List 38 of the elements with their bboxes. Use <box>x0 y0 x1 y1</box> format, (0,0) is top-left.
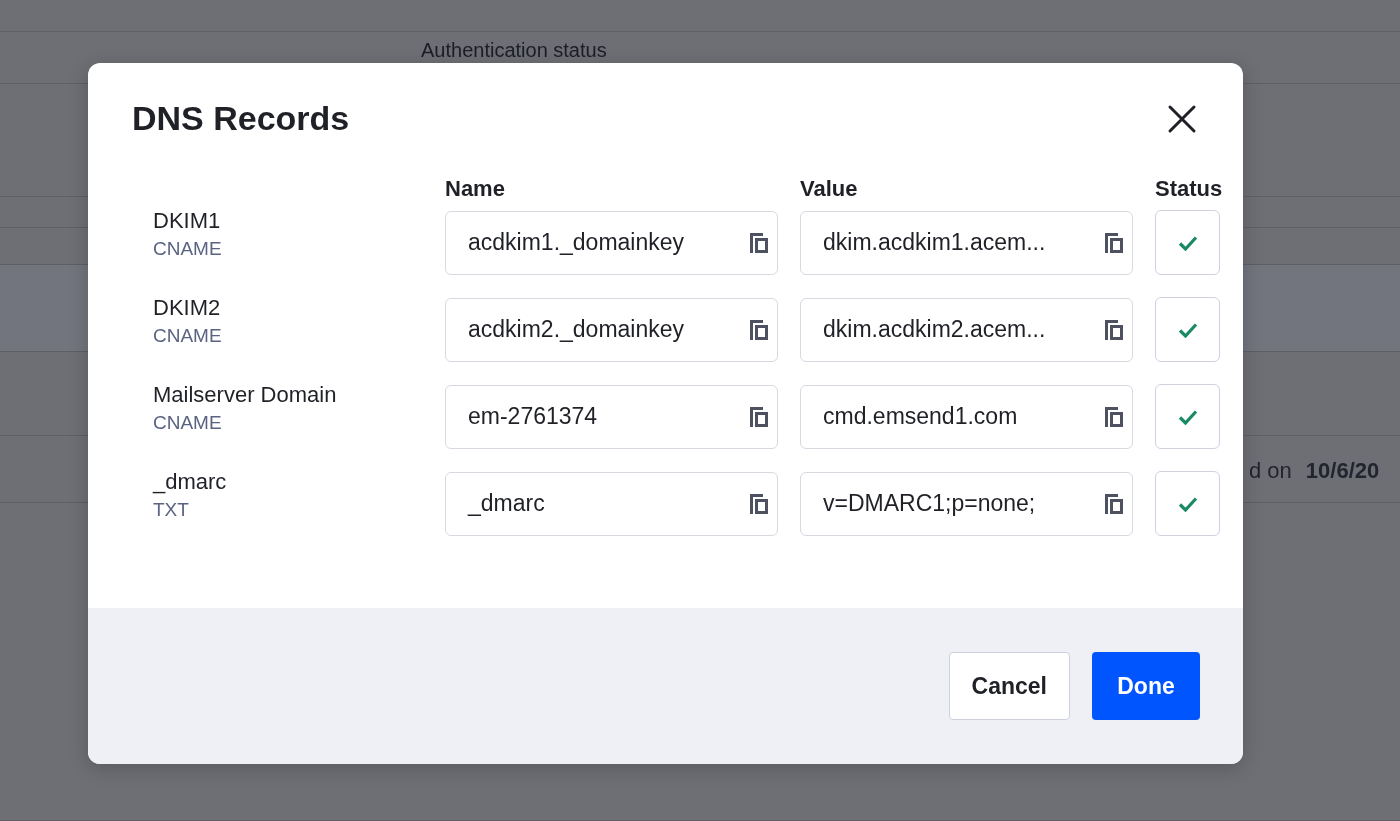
copy-icon[interactable] <box>1104 492 1124 515</box>
value-field[interactable]: v=DMARC1;p=none; <box>800 471 1133 536</box>
record-label: DKIM1 <box>153 208 222 234</box>
column-header: Status <box>1155 176 1220 202</box>
name-field[interactable]: _dmarc <box>445 471 778 536</box>
copy-icon[interactable] <box>749 231 769 254</box>
value-field[interactable]: cmd.emsend1.com <box>800 384 1133 449</box>
name-field[interactable]: acdkim2._domainkey <box>445 297 778 362</box>
record-type: CNAME <box>153 325 223 347</box>
date-text: 10/6/20 <box>1305 458 1380 484</box>
record-type: CNAME <box>153 412 223 434</box>
copy-icon[interactable] <box>1104 405 1124 428</box>
record-label: _dmarc <box>153 469 228 495</box>
cancel-button[interactable]: Cancel <box>948 652 1070 720</box>
copy-icon[interactable] <box>1104 231 1124 254</box>
copy-icon[interactable] <box>749 318 769 341</box>
note-text: d on <box>1249 458 1292 484</box>
check-icon <box>1177 408 1198 425</box>
value-field[interactable]: dkim.acdkim2.acem... <box>800 297 1133 362</box>
record-type: TXT <box>153 499 190 521</box>
check-icon <box>1177 321 1198 338</box>
close-icon <box>1167 103 1197 134</box>
name-field[interactable]: em-2761374 <box>445 384 778 449</box>
column-header: Name <box>445 176 506 202</box>
dialog-title: DNS Records <box>132 99 350 138</box>
column-header: Value <box>800 176 859 202</box>
name-field[interactable]: acdkim1._domainkey <box>445 210 778 275</box>
check-icon <box>1177 234 1198 251</box>
record-label: DKIM2 <box>153 295 222 321</box>
section-heading: Authentication status <box>421 39 607 61</box>
done-button[interactable]: Done <box>1092 652 1200 720</box>
copy-icon[interactable] <box>1104 318 1124 341</box>
copy-icon[interactable] <box>749 492 769 515</box>
copy-icon[interactable] <box>749 405 769 428</box>
record-type: CNAME <box>153 238 223 260</box>
value-field[interactable]: dkim.acdkim1.acem... <box>800 210 1133 275</box>
check-icon <box>1177 495 1198 512</box>
record-label: Mailserver Domain <box>153 382 338 408</box>
